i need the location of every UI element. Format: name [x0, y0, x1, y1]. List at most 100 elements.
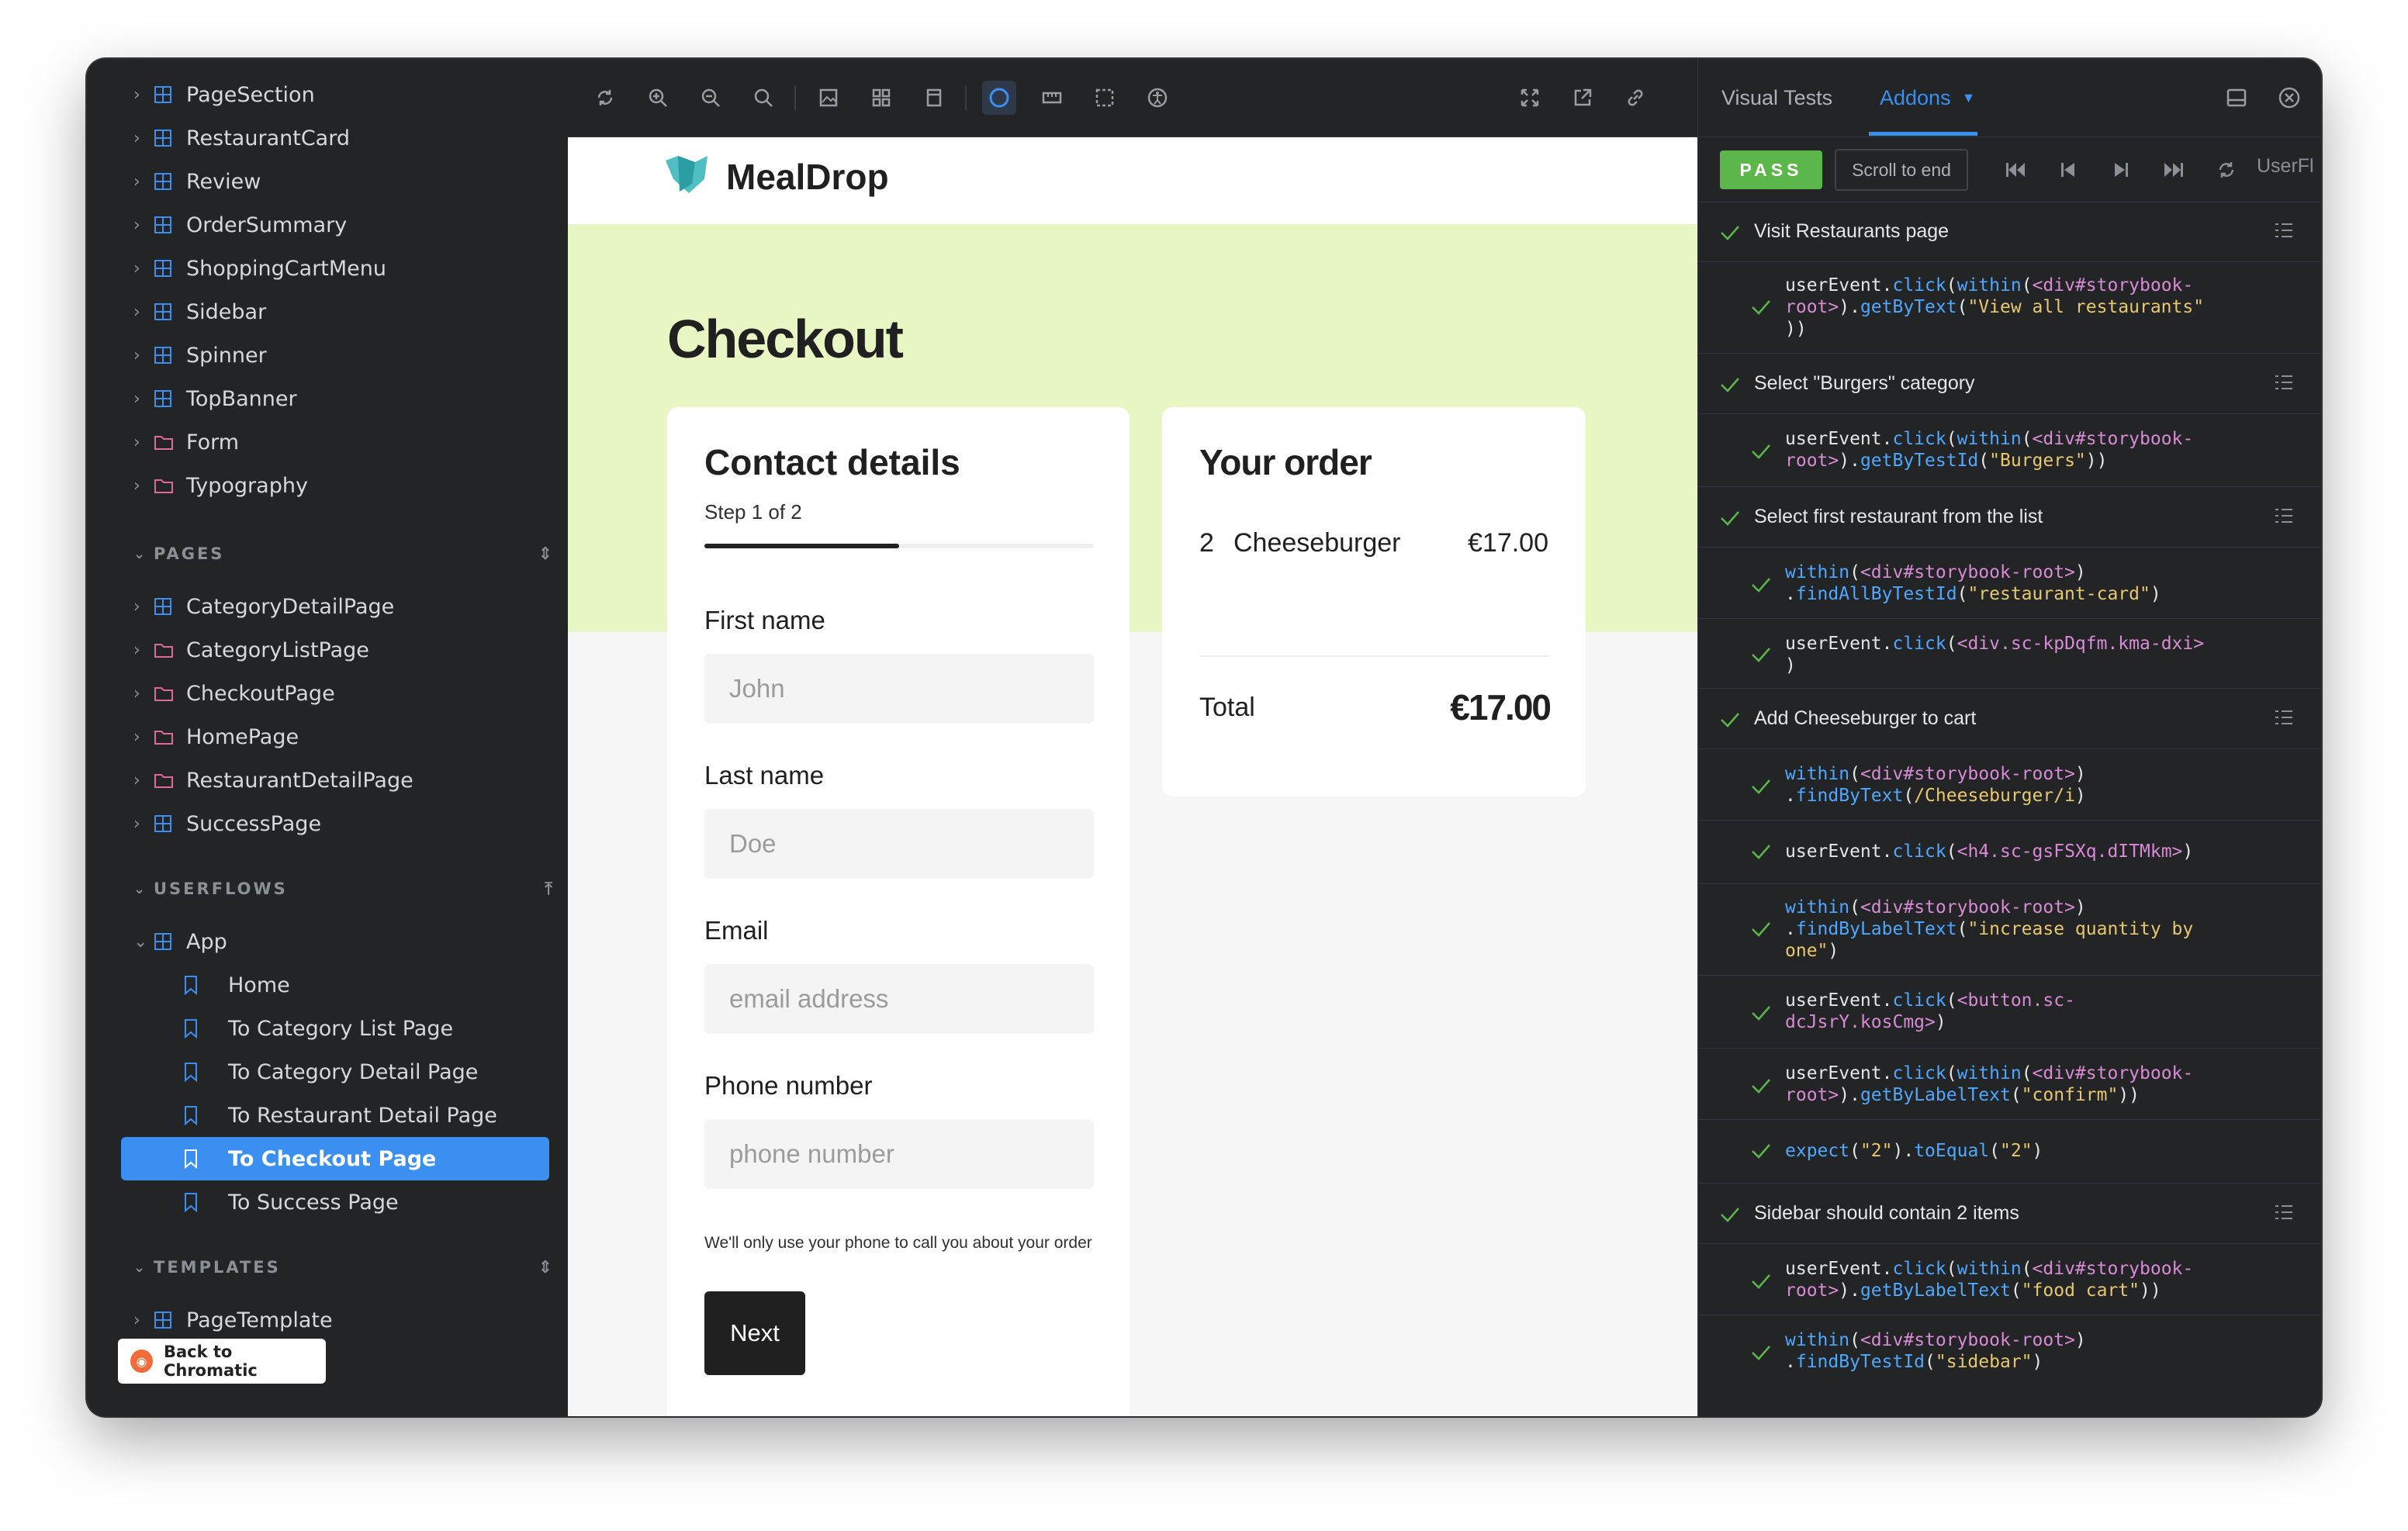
- interaction-substep[interactable]: userEvent.click(within(<div#storybook- r…: [1698, 414, 2321, 487]
- scroll-to-end-button[interactable]: Scroll to end: [1835, 149, 1968, 191]
- step-back-icon[interactable]: [2055, 157, 2081, 183]
- first-name-field[interactable]: [704, 654, 1094, 724]
- email-field[interactable]: [704, 964, 1094, 1034]
- sidebar-item-review[interactable]: › Review: [133, 161, 261, 202]
- section-templates-header[interactable]: ⌄ TEMPLATES ⇕: [133, 1250, 552, 1284]
- tab-visual-tests[interactable]: Visual Tests: [1721, 59, 1832, 137]
- interaction-substep[interactable]: within(<div#storybook-root>) .findByLabe…: [1698, 884, 2321, 976]
- interaction-step[interactable]: Visit Restaurants page: [1698, 202, 2321, 262]
- sidebar-item-categorydetailpage[interactable]: › CategoryDetailPage: [133, 586, 394, 627]
- viewport-icon[interactable]: [917, 81, 951, 115]
- interaction-substep[interactable]: userEvent.click(<button.sc- dcJsrY.kosCm…: [1698, 976, 2321, 1049]
- go-to-start-icon[interactable]: [2002, 157, 2029, 183]
- panel-layout-icon[interactable]: [2223, 84, 2251, 112]
- select-area-icon[interactable]: [1088, 81, 1122, 115]
- check-icon: [1698, 1205, 1754, 1222]
- sidebar-item-checkoutpage[interactable]: › CheckoutPage: [133, 673, 335, 714]
- accessibility-icon[interactable]: [1140, 81, 1175, 115]
- tab-addons[interactable]: Addons ▼: [1880, 59, 1975, 137]
- code-line: within(<div#storybook-root>) .findByText…: [1785, 764, 2086, 806]
- phone-field[interactable]: [704, 1119, 1094, 1189]
- story-to-category-detail-page[interactable]: To Category Detail Page: [121, 1050, 549, 1094]
- zoom-out-icon[interactable]: [694, 81, 728, 115]
- list-icon[interactable]: [2274, 220, 2294, 246]
- back-to-chromatic-button[interactable]: ◉ Back to Chromatic: [118, 1339, 326, 1384]
- section-userflows-header[interactable]: ⌄ USERFLOWS ⤒: [133, 872, 552, 906]
- interaction-substep[interactable]: userEvent.click(within(<div#storybook- r…: [1698, 262, 2321, 354]
- check-icon: [1751, 298, 1771, 320]
- fullscreen-icon[interactable]: [1513, 81, 1547, 115]
- go-to-end-icon[interactable]: [2161, 157, 2187, 183]
- measure-icon[interactable]: [1035, 81, 1069, 115]
- interaction-substep[interactable]: userEvent.click(<h4.sc-gsFSXq.dITMkm>): [1698, 821, 2321, 884]
- order-item-name: Cheeseburger: [1233, 528, 1401, 558]
- sidebar-item-pagetemplate[interactable]: › PageTemplate: [133, 1300, 333, 1340]
- story-to-restaurant-detail-page[interactable]: To Restaurant Detail Page: [121, 1094, 549, 1137]
- interaction-step[interactable]: Select "Burgers" category: [1698, 354, 2321, 414]
- interaction-substep[interactable]: expect("2").toEqual("2"): [1698, 1120, 2321, 1184]
- sidebar-item-pagesection[interactable]: › PageSection: [133, 74, 315, 115]
- sidebar-item-homepage[interactable]: › HomePage: [133, 717, 299, 757]
- rerun-icon[interactable]: [2213, 157, 2240, 183]
- addons-panel: Visual Tests Addons ▼ PASS Scroll to end …: [1697, 59, 2321, 1416]
- sidebar-item-restaurantdetailpage[interactable]: › RestaurantDetailPage: [133, 760, 413, 800]
- step-title: Select first restaurant from the list: [1754, 506, 2043, 527]
- collapse-all-icon[interactable]: ⤒: [545, 880, 552, 899]
- story-to-category-list-page[interactable]: To Category List Page: [121, 1007, 549, 1050]
- section-title: PAGES: [154, 544, 225, 563]
- interaction-step[interactable]: Add Cheeseburger to cart: [1698, 689, 2321, 749]
- story-home[interactable]: Home: [121, 963, 549, 1007]
- expand-collapse-icon[interactable]: ⇕: [538, 1258, 552, 1277]
- close-icon[interactable]: [2275, 84, 2303, 112]
- outline-icon[interactable]: [982, 81, 1016, 115]
- interaction-substep[interactable]: userEvent.click(within(<div#storybook- r…: [1698, 1049, 2321, 1120]
- interaction-substep[interactable]: userEvent.click(within(<div#storybook- r…: [1698, 1244, 2321, 1315]
- chevron-right-icon: ›: [133, 640, 140, 660]
- sidebar-item-sidebar[interactable]: › Sidebar: [133, 292, 266, 332]
- sidebar-item-categorylistpage[interactable]: › CategoryListPage: [133, 630, 369, 670]
- component-icon: [154, 597, 186, 616]
- reset-zoom-icon[interactable]: [746, 81, 780, 115]
- next-button[interactable]: Next: [704, 1291, 805, 1375]
- sidebar-item-form[interactable]: › Form: [133, 422, 239, 462]
- open-new-tab-icon[interactable]: [1566, 81, 1600, 115]
- list-icon[interactable]: [2274, 1202, 2294, 1228]
- interaction-substep[interactable]: within(<div#storybook-root>) .findAllByT…: [1698, 548, 2321, 619]
- sidebar-item-typography[interactable]: › Typography: [133, 465, 308, 506]
- brand[interactable]: MealDrop: [664, 154, 889, 199]
- check-icon: [1751, 1004, 1771, 1026]
- sidebar-item-spinner[interactable]: › Spinner: [133, 335, 267, 375]
- sidebar-item-app[interactable]: ⌄ App: [133, 921, 227, 962]
- chevron-right-icon: ›: [133, 85, 140, 105]
- sidebar-item-restaurantcard[interactable]: › RestaurantCard: [133, 118, 350, 158]
- story-to-checkout-page[interactable]: To Checkout Page: [121, 1137, 549, 1180]
- expand-collapse-icon[interactable]: ⇕: [538, 544, 552, 564]
- zoom-in-icon[interactable]: [641, 81, 675, 115]
- sidebar-item-label: Sidebar: [186, 299, 267, 324]
- background-icon[interactable]: [811, 81, 846, 115]
- chevron-right-icon: ›: [133, 770, 140, 790]
- list-icon[interactable]: [2274, 372, 2294, 398]
- copy-link-icon[interactable]: [1618, 81, 1652, 115]
- story-to-success-page[interactable]: To Success Page: [121, 1180, 549, 1224]
- section-pages-header[interactable]: ⌄ PAGES ⇕: [133, 537, 552, 571]
- toolbar-divider: [794, 85, 796, 110]
- interaction-substep[interactable]: within(<div#storybook-root>) .findByText…: [1698, 749, 2321, 821]
- preview-canvas: MealDrop Checkout Contact details Step 1…: [568, 137, 1697, 1416]
- grid-icon[interactable]: [864, 81, 898, 115]
- interaction-step[interactable]: Select first restaurant from the list: [1698, 487, 2321, 548]
- reload-icon[interactable]: [588, 81, 622, 115]
- step-forward-icon[interactable]: [2108, 157, 2134, 183]
- sidebar-item-successpage[interactable]: › SuccessPage: [133, 804, 321, 844]
- bookmark-icon: [121, 1105, 228, 1125]
- sidebar-item-ordersummary[interactable]: › OrderSummary: [133, 205, 347, 245]
- list-icon[interactable]: [2274, 707, 2294, 733]
- chevron-right-icon: ›: [133, 128, 140, 148]
- last-name-field[interactable]: [704, 809, 1094, 879]
- interaction-step[interactable]: Sidebar should contain 2 items: [1698, 1184, 2321, 1244]
- interaction-substep[interactable]: userEvent.click(<div.sc-kpDqfm.kma-dxi> …: [1698, 619, 2321, 689]
- sidebar-item-topbanner[interactable]: › TopBanner: [133, 378, 297, 419]
- list-icon[interactable]: [2274, 506, 2294, 531]
- sidebar-item-shoppingcartmenu[interactable]: › ShoppingCartMenu: [133, 248, 386, 289]
- interaction-substep[interactable]: within(<div#storybook-root>) .findByTest…: [1698, 1315, 2321, 1387]
